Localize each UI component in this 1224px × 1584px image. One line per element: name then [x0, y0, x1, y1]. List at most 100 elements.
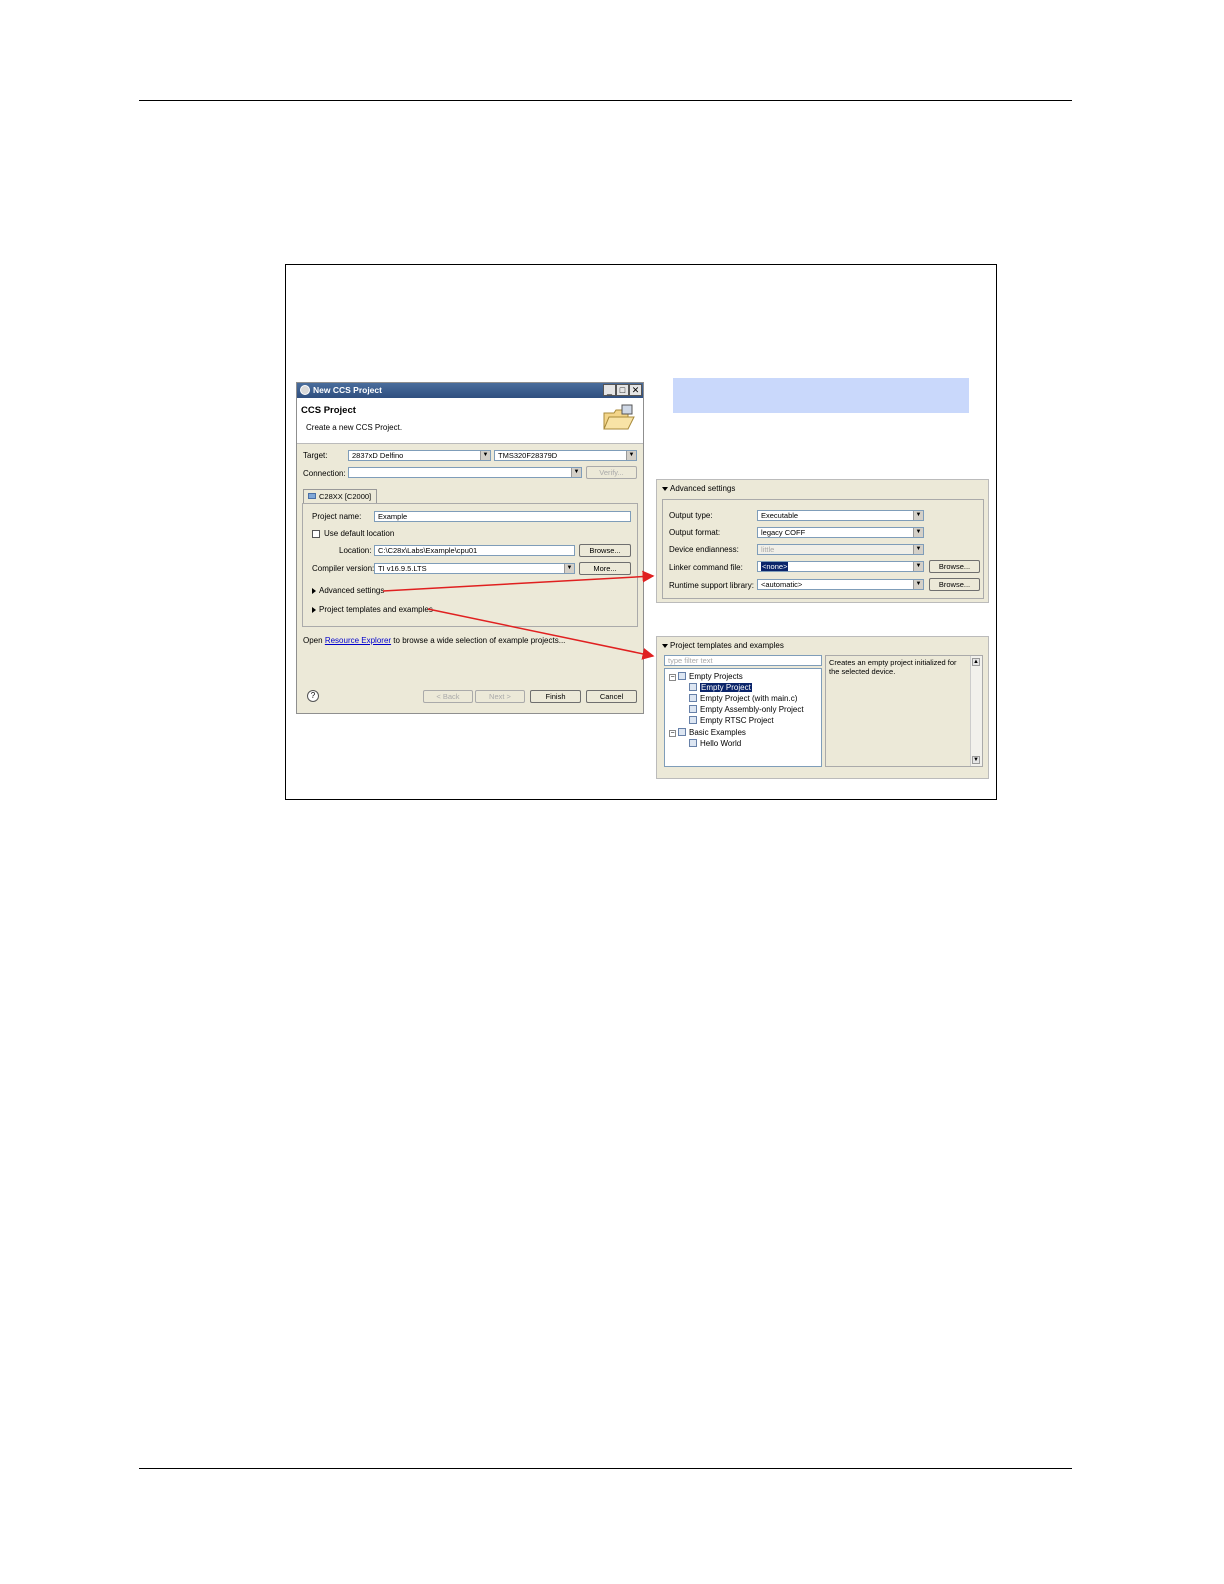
tree-node-label: Empty Project [700, 683, 752, 692]
scroll-up-icon[interactable]: ▲ [972, 658, 980, 666]
dropdown-arrow-icon[interactable]: ▼ [564, 564, 574, 573]
dropdown-arrow-icon[interactable]: ▼ [913, 580, 923, 589]
project-settings-group: Project name: Example Use default locati… [302, 503, 638, 627]
project-template-icon [689, 716, 697, 724]
project-name-input[interactable]: Example [374, 511, 631, 522]
verify-button[interactable]: Verify... [586, 466, 637, 479]
collapse-toggle-icon[interactable]: − [669, 730, 676, 737]
linker-command-file-value: <none> [761, 562, 789, 571]
dropdown-arrow-icon[interactable]: ▼ [571, 468, 581, 477]
dropdown-arrow-icon[interactable]: ▼ [913, 545, 923, 554]
tab-c28xx[interactable]: C28XX [C2000] [303, 489, 377, 503]
project-template-icon [689, 683, 697, 691]
template-filter-input[interactable]: type filter text [664, 655, 822, 666]
compiler-version-select[interactable]: TI v16.9.5.LTS ▼ [374, 563, 575, 574]
compiler-more-button[interactable]: More... [579, 562, 631, 575]
finish-button[interactable]: Finish [530, 690, 581, 703]
dropdown-arrow-icon[interactable]: ▼ [913, 528, 923, 537]
project-templates-toggle[interactable]: Project templates and examples [319, 605, 433, 614]
project-templates-panel: Project templates and examples type filt… [656, 636, 989, 779]
project-name-label: Project name: [312, 512, 362, 521]
expand-arrow-icon[interactable] [312, 588, 316, 594]
new-ccs-project-dialog: New CCS Project _ □ ✕ CCS Project Create… [296, 382, 644, 714]
dropdown-arrow-icon[interactable]: ▼ [913, 511, 923, 520]
header-rule [139, 100, 1072, 101]
help-icon[interactable]: ? [307, 690, 319, 702]
description-scrollbar[interactable]: ▲ ▼ [970, 656, 982, 766]
dialog-titlebar: New CCS Project _ □ ✕ [297, 383, 643, 398]
tree-node-empty-project[interactable]: Empty Project [689, 683, 752, 692]
resource-explorer-link[interactable]: Resource Explorer [325, 636, 391, 645]
connection-select[interactable]: ▼ [348, 467, 582, 478]
output-type-value: Executable [761, 511, 799, 520]
maximize-icon[interactable]: □ [616, 384, 629, 396]
open-suffix: to browse a wide selection of example pr… [393, 636, 566, 645]
output-type-select[interactable]: Executable ▼ [757, 510, 924, 521]
tree-node-basic-examples[interactable]: − Basic Examples [669, 728, 746, 737]
dialog-title: New CCS Project [313, 385, 382, 395]
runtime-browse-button[interactable]: Browse... [929, 578, 980, 591]
tree-node-empty-projects[interactable]: − Empty Projects [669, 672, 743, 681]
scroll-down-icon[interactable]: ▼ [972, 756, 980, 764]
folder-icon [308, 493, 316, 499]
open-prefix: Open [303, 636, 323, 645]
ccs-app-icon [300, 385, 310, 395]
advanced-panel-group: Output type: Executable ▼ Output format:… [662, 499, 984, 599]
target-family-select[interactable]: 2837xD Delfino ▼ [348, 450, 491, 461]
cancel-button[interactable]: Cancel [586, 690, 637, 703]
runtime-library-select[interactable]: <automatic> ▼ [757, 579, 924, 590]
target-device-select[interactable]: TMS320F28379D ▼ [494, 450, 637, 461]
description-text: Creates an empty project initialized for… [829, 658, 957, 676]
template-tree[interactable]: − Empty Projects Empty Project Empty Proj… [664, 668, 822, 767]
output-format-label: Output format: [669, 528, 721, 537]
advanced-settings-toggle[interactable]: Advanced settings [319, 586, 384, 595]
resource-explorer-hint: Open Resource Explorer to browse a wide … [303, 636, 565, 645]
linker-command-file-label: Linker command file: [669, 563, 743, 572]
back-button[interactable]: < Back [423, 690, 473, 703]
linker-command-file-select[interactable]: <none> ▼ [757, 561, 924, 572]
folder-icon [678, 672, 686, 680]
minimize-icon[interactable]: _ [603, 384, 616, 396]
output-format-value: legacy COFF [761, 528, 806, 537]
device-endianness-select[interactable]: little ▼ [757, 544, 924, 555]
tree-node-label: Empty Projects [689, 672, 743, 681]
close-icon[interactable]: ✕ [629, 384, 642, 396]
tree-node-hello-world[interactable]: Hello World [689, 739, 741, 748]
dropdown-arrow-icon[interactable]: ▼ [626, 451, 636, 460]
tree-node-label: Hello World [700, 739, 742, 748]
advanced-panel-header[interactable]: Advanced settings [670, 484, 735, 493]
project-template-icon [689, 705, 697, 713]
wizard-title: CCS Project [301, 405, 356, 416]
collapse-arrow-icon[interactable] [662, 644, 668, 648]
tree-node-empty-rtsc[interactable]: Empty RTSC Project [689, 716, 774, 725]
use-default-location-checkbox[interactable] [312, 530, 320, 538]
device-endianness-label: Device endianness: [669, 545, 739, 554]
location-input[interactable]: C:\C28x\Labs\Example\cpu01 [374, 545, 575, 556]
linker-browse-button[interactable]: Browse... [929, 560, 980, 573]
location-browse-button[interactable]: Browse... [579, 544, 631, 557]
advanced-settings-panel: Advanced settings Output type: Executabl… [656, 479, 989, 603]
tree-node-label: Empty RTSC Project [700, 716, 774, 725]
tree-node-empty-project-main[interactable]: Empty Project (with main.c) [689, 694, 797, 703]
dropdown-arrow-icon[interactable]: ▼ [480, 451, 490, 460]
tab-label: C28XX [C2000] [319, 492, 372, 501]
project-template-icon [689, 739, 697, 747]
connection-label: Connection: [303, 469, 346, 478]
compiler-version-label: Compiler version: [312, 564, 375, 573]
target-device-value: TMS320F28379D [498, 451, 558, 460]
next-button[interactable]: Next > [475, 690, 525, 703]
wizard-header: CCS Project Create a new CCS Project. [297, 398, 643, 444]
folder-icon [678, 728, 686, 736]
callout-box [673, 378, 969, 413]
tree-node-label: Basic Examples [689, 728, 746, 737]
output-format-select[interactable]: legacy COFF ▼ [757, 527, 924, 538]
expand-arrow-icon[interactable] [312, 607, 316, 613]
project-template-icon [689, 694, 697, 702]
tree-node-empty-assembly[interactable]: Empty Assembly-only Project [689, 705, 804, 714]
collapse-toggle-icon[interactable]: − [669, 674, 676, 681]
dropdown-arrow-icon[interactable]: ▼ [913, 562, 923, 571]
tree-node-label: Empty Assembly-only Project [700, 705, 804, 714]
templates-panel-header[interactable]: Project templates and examples [670, 641, 784, 650]
collapse-arrow-icon[interactable] [662, 487, 668, 491]
device-endianness-value: little [761, 545, 775, 554]
